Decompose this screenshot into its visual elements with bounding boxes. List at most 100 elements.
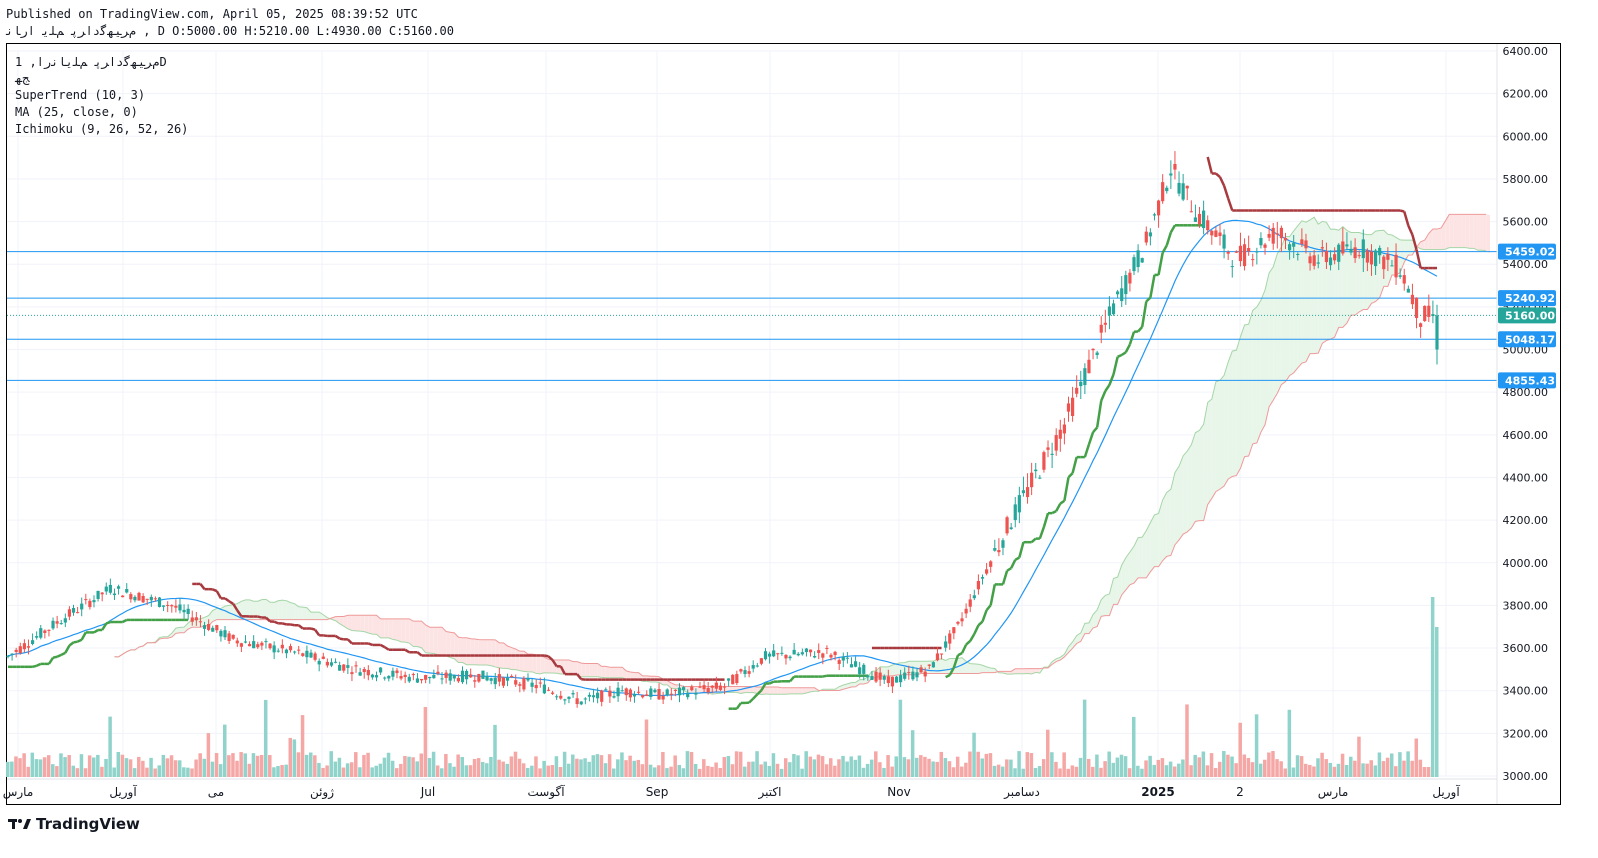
candle-body — [125, 589, 129, 593]
volume-bar — [673, 755, 677, 777]
candle-body — [1349, 249, 1353, 253]
volume-bar — [1242, 754, 1247, 777]
supertrend-segment — [93, 628, 99, 634]
candle-body — [1132, 257, 1136, 272]
y-tick-label: 6000.00 — [1503, 130, 1549, 143]
cloud-segment — [1150, 514, 1155, 572]
candle-body — [755, 665, 759, 667]
volume-bar — [800, 768, 804, 777]
volume-bar — [1267, 752, 1271, 777]
candle-body — [710, 685, 714, 688]
supertrend-segment — [1112, 356, 1119, 375]
cloud-segment — [1437, 227, 1442, 250]
volume-bar — [1111, 762, 1116, 777]
candle-body — [583, 698, 587, 700]
cloud-segment — [1015, 668, 1020, 674]
volume-bar — [624, 760, 628, 777]
candle-body — [579, 701, 583, 705]
volume-bar — [366, 752, 370, 777]
volume-bar — [1303, 763, 1308, 777]
supertrend-segment — [1051, 509, 1057, 515]
candle-body — [591, 695, 596, 698]
supertrend-segment — [1030, 537, 1037, 544]
volume-bar — [1041, 759, 1046, 777]
candle-body — [1042, 452, 1046, 470]
candle-body — [817, 650, 821, 653]
supertrend-segment — [1104, 384, 1111, 392]
volume-bar — [394, 768, 399, 777]
supertrend-segment — [297, 624, 304, 630]
candle-body — [14, 649, 18, 652]
candle-body — [1251, 259, 1255, 261]
supertrend-segment — [1226, 198, 1234, 211]
volume-bar — [177, 760, 182, 777]
volume-bar — [591, 755, 596, 777]
volume-bar — [1185, 704, 1189, 777]
volume-bar — [1177, 763, 1181, 777]
volume-bar — [808, 756, 813, 777]
volume-bar — [1127, 768, 1132, 777]
candle-body — [321, 656, 325, 659]
candle-body — [1378, 247, 1382, 256]
cloud-segment — [1166, 489, 1171, 557]
supertrend-segment — [1165, 232, 1173, 246]
supertrend-segment — [199, 583, 206, 590]
candle-body — [63, 618, 67, 623]
volume-bar — [354, 752, 358, 777]
candle-body — [1226, 251, 1230, 254]
volume-bar — [992, 765, 997, 777]
x-tick-label: Sep — [646, 785, 669, 799]
level-label: 5048.17 — [1505, 333, 1555, 346]
volume-bar — [263, 699, 268, 777]
candle-body — [894, 676, 899, 683]
volume-bar — [1136, 765, 1140, 777]
legend-supertrend[interactable]: SuperTrend (10, 3) — [15, 88, 145, 102]
supertrend-segment — [1140, 301, 1148, 328]
volume-bar — [906, 759, 911, 777]
supertrend-segment — [212, 588, 218, 593]
cloud-segment — [282, 600, 287, 620]
candle-body — [1431, 314, 1435, 317]
candle-body — [288, 646, 293, 651]
candle-body — [108, 584, 112, 593]
candle-body — [1173, 163, 1177, 170]
cloud-segment — [446, 631, 451, 658]
candle-body — [780, 652, 784, 654]
candle-body — [219, 630, 223, 637]
volume-bar — [1115, 757, 1120, 777]
volume-bar — [1164, 765, 1169, 777]
volume-bar — [644, 719, 649, 777]
candle-body — [682, 687, 686, 691]
volume-bar — [112, 767, 116, 777]
legend-ichimoku[interactable]: Ichimoku (9, 26, 52, 26) — [15, 122, 188, 136]
candle-body — [1161, 182, 1165, 202]
candle-body — [452, 675, 456, 679]
candle-body — [763, 651, 768, 660]
volume-bar — [620, 752, 624, 777]
supertrend-segment — [1092, 426, 1099, 434]
candle-body — [653, 689, 657, 693]
cloud-segment — [1293, 225, 1298, 373]
volume-bar — [255, 755, 260, 777]
cloud-segment — [1207, 399, 1212, 505]
candle-body — [1152, 214, 1157, 216]
legend-ma[interactable]: MA (25, close, 0) — [15, 105, 138, 119]
volume-bar — [415, 761, 419, 777]
volume-bar — [1271, 751, 1275, 777]
tradingview-brand[interactable]: TradingView — [8, 815, 140, 833]
cloud-segment — [1285, 236, 1290, 382]
candle-body — [792, 649, 796, 655]
candle-body — [849, 664, 854, 668]
candle-body — [1247, 247, 1251, 252]
supertrend-segment — [404, 648, 410, 654]
candle-body — [100, 592, 104, 595]
candle-body — [1001, 540, 1005, 548]
candle-body — [505, 677, 510, 681]
volume-bar — [611, 768, 616, 777]
price-chart[interactable]: 6400.00 6200.00 6000.00 5800.00 5600.00 5400.… — [0, 0, 1598, 858]
candle-body — [522, 678, 526, 690]
cloud-segment — [1318, 221, 1323, 354]
cloud-segment — [544, 657, 549, 674]
candle-body — [383, 677, 387, 679]
volume-bar — [562, 751, 567, 777]
